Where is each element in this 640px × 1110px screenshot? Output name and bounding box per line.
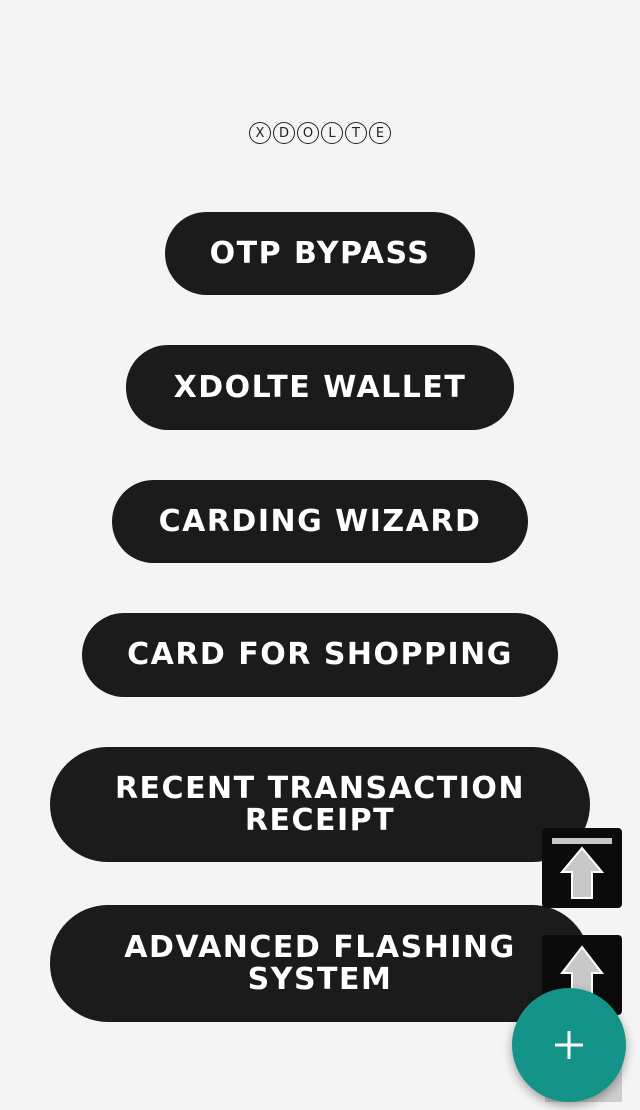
logo-letter: D bbox=[273, 122, 295, 144]
advanced-flashing-system-button[interactable]: ADVANCED FLASHING SYSTEM bbox=[50, 905, 590, 1022]
recent-transaction-receipt-button[interactable]: RECENT TRANSACTION RECEIPT bbox=[50, 747, 590, 862]
logo-letter: L bbox=[321, 122, 343, 144]
xdolte-wallet-button[interactable]: XDOLTE WALLET bbox=[126, 345, 514, 430]
otp-bypass-button[interactable]: OTP BYPASS bbox=[165, 212, 475, 295]
card-for-shopping-button[interactable]: CARD FOR SHOPPING bbox=[82, 613, 558, 697]
logo-letter: X bbox=[249, 122, 271, 144]
logo-letter: O bbox=[297, 122, 319, 144]
add-button[interactable] bbox=[512, 988, 626, 1102]
plus-icon bbox=[555, 1031, 583, 1059]
scroll-to-top-button[interactable] bbox=[542, 828, 622, 908]
carding-wizard-button[interactable]: CARDING WIZARD bbox=[112, 480, 528, 563]
logo-letter: E bbox=[369, 122, 391, 144]
logo-letter: T bbox=[345, 122, 367, 144]
arrow-to-top-icon bbox=[552, 838, 612, 899]
logo: X D O L T E bbox=[0, 122, 640, 144]
